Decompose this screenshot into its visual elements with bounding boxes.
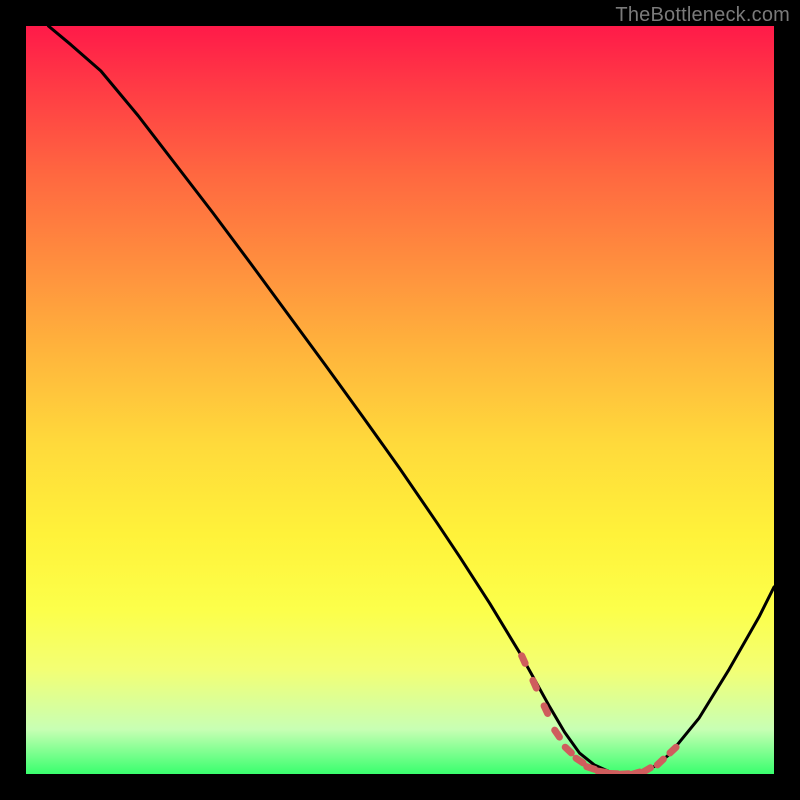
optimal-marker	[587, 767, 595, 770]
bottleneck-curve-svg	[26, 26, 774, 774]
optimal-marker	[576, 758, 583, 763]
optimal-marker	[544, 706, 548, 714]
optimal-marker	[632, 772, 640, 774]
optimal-marker	[657, 759, 663, 765]
bottleneck-curve-path	[48, 26, 774, 774]
watermark-label: TheBottleneck.com	[615, 4, 790, 27]
chart-frame: TheBottleneck.com	[0, 0, 800, 800]
optimal-marker	[598, 771, 606, 772]
optimal-marker	[565, 747, 571, 753]
optimal-marker	[670, 747, 676, 753]
optimal-marker	[522, 656, 525, 664]
optimal-marker	[555, 730, 560, 737]
optimal-marker	[533, 680, 536, 688]
optimal-range-markers	[522, 656, 676, 774]
plot-area	[26, 26, 774, 774]
optimal-marker	[643, 768, 650, 772]
